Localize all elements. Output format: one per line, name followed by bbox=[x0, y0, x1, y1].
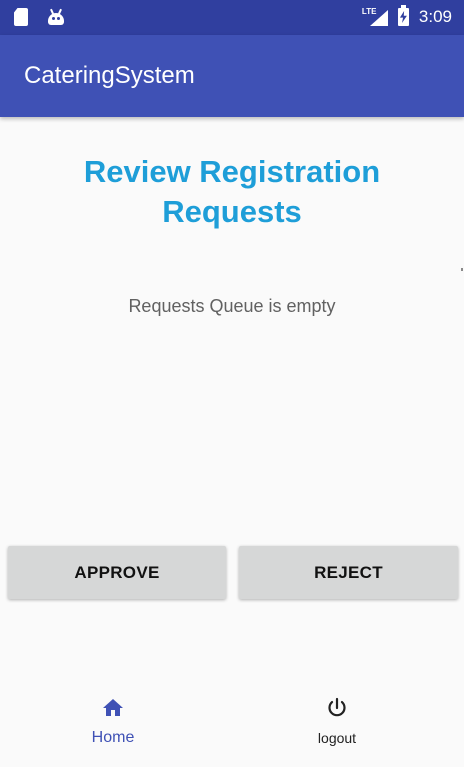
reject-button[interactable]: REJECT bbox=[239, 546, 458, 599]
sd-card-icon bbox=[14, 8, 28, 26]
status-left-icons bbox=[14, 8, 64, 26]
app-bar: CateringSystem bbox=[0, 35, 464, 117]
empty-queue-message: Requests Queue is empty bbox=[128, 296, 336, 316]
bottom-navigation: Home logout bbox=[0, 680, 464, 767]
battery-charging-icon bbox=[397, 5, 409, 26]
app-screen: LTE 3:09 CateringSystem Review Registrat… bbox=[0, 0, 464, 767]
lte-signal-icon: LTE bbox=[362, 8, 388, 26]
nav-item-logout[interactable]: logout bbox=[232, 680, 464, 767]
status-bar: LTE 3:09 bbox=[0, 0, 464, 35]
app-title: CateringSystem bbox=[24, 62, 195, 89]
scroll-indicator bbox=[461, 268, 463, 271]
home-icon bbox=[103, 699, 123, 716]
approve-button[interactable]: APPROVE bbox=[8, 546, 226, 599]
status-right-icons: LTE 3:09 bbox=[362, 5, 452, 28]
page-title: Review Registration Requests bbox=[83, 154, 381, 229]
status-time: 3:09 bbox=[418, 7, 452, 26]
nav-label-home: Home bbox=[91, 729, 135, 746]
power-icon bbox=[328, 697, 346, 717]
nav-item-home[interactable]: Home bbox=[0, 680, 232, 767]
android-icon bbox=[48, 8, 64, 25]
nav-label-logout: logout bbox=[317, 730, 357, 746]
